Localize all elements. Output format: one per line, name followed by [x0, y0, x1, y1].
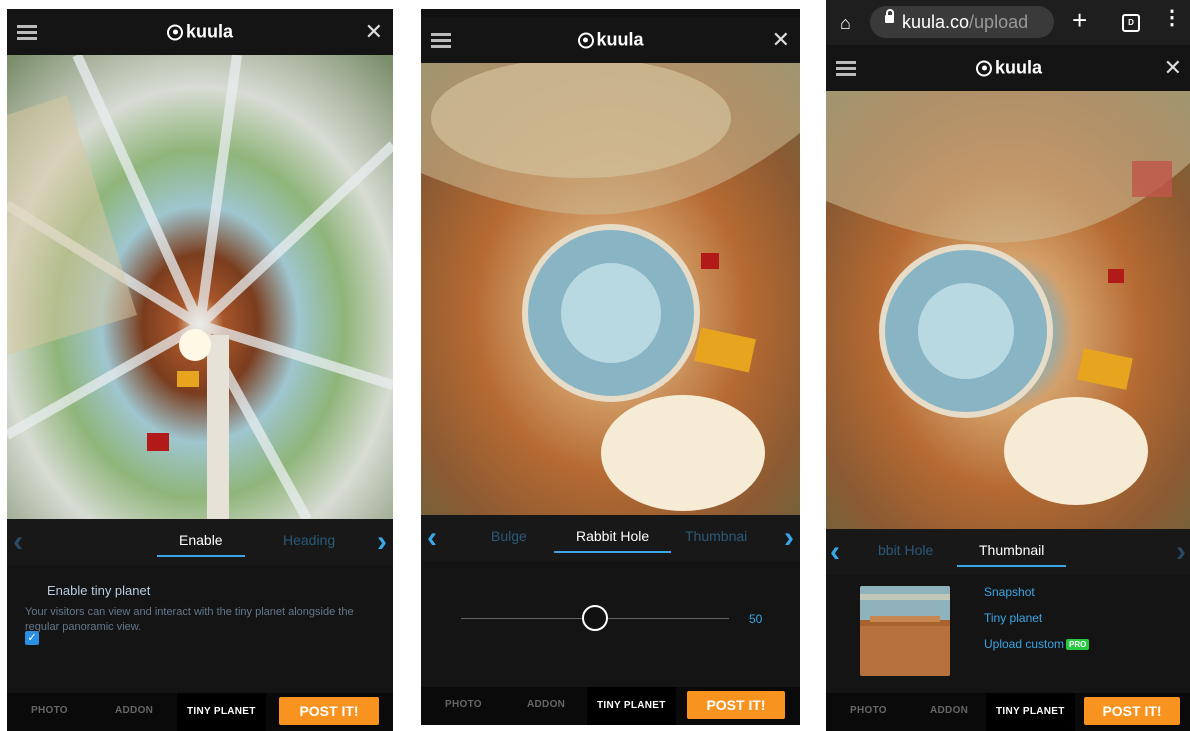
feature-tabs: ‹ bbit Hole Thumbnail ›	[826, 529, 1190, 575]
brand-name: kuula	[994, 57, 1043, 78]
thumbnail-image[interactable]	[860, 586, 950, 676]
option-upload-custom[interactable]: Upload custom PRO	[984, 637, 1090, 651]
feature-tabs: ‹ Enable Heading ›	[7, 519, 393, 565]
chevron-right-icon[interactable]: ›	[1176, 537, 1186, 567]
rabbit-hole-preview[interactable]	[421, 63, 800, 515]
enable-panel: ✓ Enable tiny planet Your visitors can v…	[7, 565, 393, 693]
upload-custom-label: Upload custom	[984, 637, 1065, 651]
brand-name: kuula	[185, 21, 234, 42]
close-icon[interactable]: ✕	[1164, 57, 1182, 79]
kuula-logo: kuula	[975, 57, 1043, 79]
kuula-logo-icon	[975, 60, 992, 76]
url-path: /upload	[969, 12, 1029, 32]
feature-tabs: ‹ Bulge Rabbit Hole Thumbnai ›	[421, 515, 800, 561]
browser-toolbar: ⌂ kuula.co/upload + D ⋮	[826, 0, 1190, 45]
plus-icon[interactable]: +	[1072, 5, 1087, 36]
post-it-button[interactable]: POST IT!	[279, 697, 379, 725]
kuula-logo-icon	[577, 32, 594, 48]
tab-thumbnail[interactable]: Thumbnai	[685, 528, 747, 544]
app-bar: kuula ✕	[826, 45, 1190, 91]
thumbnail-preview[interactable]	[826, 91, 1190, 529]
app-bar: kuula ✕	[7, 9, 393, 55]
bottom-nav: PHOTO ADDON TINY PLANET POST IT!	[421, 687, 800, 725]
tab-thumbnail[interactable]: Thumbnail	[956, 542, 1067, 567]
bottom-nav: PHOTO ADDON TINY PLANET POST IT!	[826, 693, 1190, 731]
phone-screen-thumbnail: ⌂ kuula.co/upload + D ⋮ kuula ✕ ‹ bbit H…	[826, 0, 1190, 731]
bottom-tab-addon[interactable]: ADDON	[930, 705, 968, 716]
address-bar[interactable]: kuula.co/upload	[870, 6, 1054, 38]
bottom-nav: PHOTO ADDON TINY PLANET POST IT!	[7, 693, 393, 731]
chevron-left-icon[interactable]: ‹	[13, 527, 23, 557]
lock-icon	[885, 9, 894, 23]
url-text: kuula.co/upload	[902, 12, 1028, 33]
pro-badge: PRO	[1066, 639, 1090, 651]
tab-rabbit-hole[interactable]: bbit Hole	[878, 542, 933, 558]
slider-value: 50	[749, 612, 763, 626]
bottom-tab-tiny-planet[interactable]: TINY PLANET	[177, 693, 266, 731]
home-icon[interactable]: ⌂	[840, 13, 851, 34]
bottom-tab-photo[interactable]: PHOTO	[31, 705, 68, 716]
rabbit-hole-slider-knob[interactable]	[582, 605, 608, 631]
tab-bulge[interactable]: Bulge	[491, 528, 527, 544]
kuula-logo-icon	[166, 24, 183, 40]
thumbnail-panel: Snapshot Tiny planet Upload custom PRO	[826, 575, 1190, 693]
bottom-tab-photo[interactable]: PHOTO	[445, 699, 482, 710]
close-icon[interactable]: ✕	[772, 29, 790, 51]
chevron-right-icon[interactable]: ›	[784, 523, 794, 553]
hamburger-icon[interactable]	[431, 33, 451, 48]
post-it-button[interactable]: POST IT!	[1084, 697, 1180, 725]
option-snapshot[interactable]: Snapshot	[984, 585, 1035, 599]
kebab-menu-icon[interactable]: ⋮	[1162, 8, 1182, 28]
hamburger-icon[interactable]	[836, 61, 856, 76]
close-icon[interactable]: ✕	[365, 21, 383, 43]
tab-heading[interactable]: Heading	[283, 532, 335, 548]
option-tiny-planet[interactable]: Tiny planet	[984, 611, 1042, 625]
chevron-right-icon[interactable]: ›	[377, 527, 387, 557]
bottom-tab-tiny-planet[interactable]: TINY PLANET	[986, 693, 1075, 731]
tab-enable[interactable]: Enable	[157, 532, 244, 557]
chevron-left-icon[interactable]: ‹	[830, 537, 840, 567]
bottom-tab-addon[interactable]: ADDON	[115, 705, 153, 716]
bottom-tab-tiny-planet[interactable]: TINY PLANET	[587, 687, 676, 725]
kuula-logo: kuula	[166, 21, 234, 43]
checkbox-label: Enable tiny planet	[47, 583, 151, 598]
rabbit-hole-panel: 50	[421, 561, 800, 687]
app-bar: kuula ✕	[421, 17, 800, 63]
enable-description: Your visitors can view and interact with…	[25, 606, 354, 633]
phone-screen-rabbit-hole: kuula ✕ ‹ Bulge Rabbit Hole Thumbnai › 5…	[421, 9, 800, 725]
tiny-planet-preview[interactable]	[7, 55, 393, 519]
url-domain: kuula.co	[902, 12, 970, 32]
kuula-logo: kuula	[577, 29, 644, 51]
bottom-tab-photo[interactable]: PHOTO	[850, 705, 887, 716]
bottom-tab-addon[interactable]: ADDON	[527, 699, 565, 710]
tab-rabbit-hole[interactable]: Rabbit Hole	[553, 528, 672, 553]
phone-screen-enable: kuula ✕ ‹ Enable Heading › ✓ Enable tiny…	[7, 9, 393, 731]
brand-name: kuula	[596, 29, 644, 50]
chevron-left-icon[interactable]: ‹	[427, 523, 437, 553]
tab-switcher-icon[interactable]: D	[1122, 14, 1140, 32]
hamburger-icon[interactable]	[17, 25, 37, 40]
post-it-button[interactable]: POST IT!	[687, 691, 785, 719]
